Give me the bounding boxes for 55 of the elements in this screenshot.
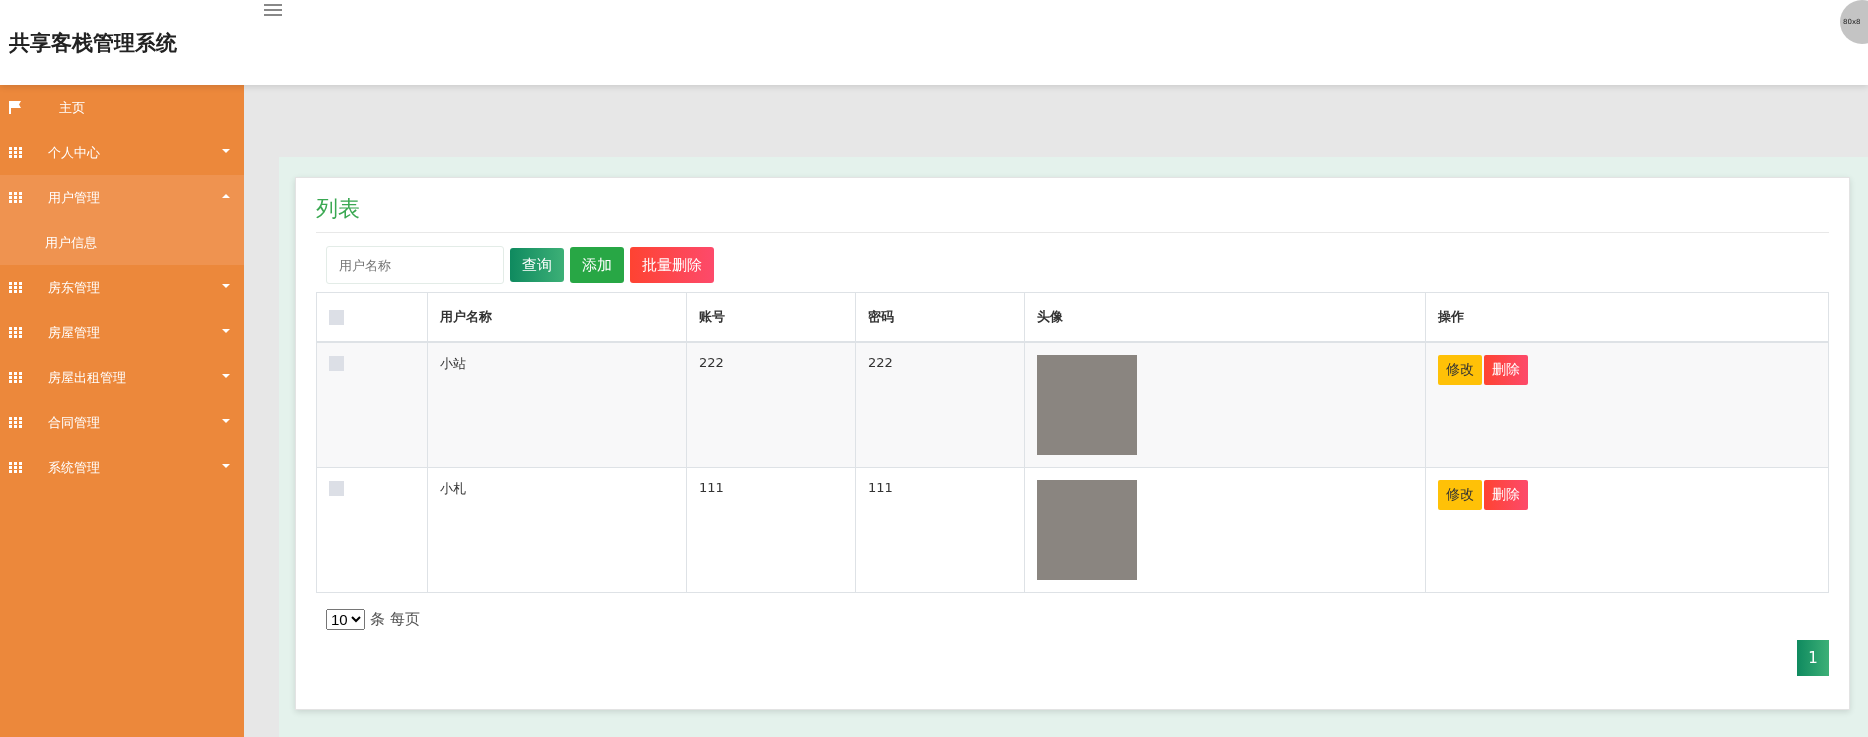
caret-icon	[222, 374, 230, 378]
checkbox[interactable]	[329, 481, 344, 496]
delete-button[interactable]: 删除	[1484, 355, 1528, 385]
delete-button[interactable]: 删除	[1484, 480, 1528, 510]
sidebar-item[interactable]: 房屋管理	[0, 310, 244, 355]
sidebar-label: 合同管理	[48, 413, 100, 432]
app-title: 共享客栈管理系统	[9, 29, 177, 57]
sidebar-label: 个人中心	[48, 143, 100, 162]
sidebar-label: 主页	[59, 98, 85, 117]
flag-icon	[9, 101, 21, 114]
caret-icon	[222, 194, 230, 198]
page-button[interactable]: 1	[1797, 640, 1829, 676]
table-cell: 111	[686, 467, 856, 593]
grid-icon	[9, 372, 22, 383]
sidebar-label: 房屋出租管理	[48, 368, 126, 387]
table-cell: 111	[855, 467, 1025, 593]
checkbox[interactable]	[329, 310, 344, 325]
grid-icon	[9, 147, 22, 158]
sidebar-label: 用户管理	[48, 188, 100, 207]
grid-icon	[9, 282, 22, 293]
sidebar-item[interactable]: 合同管理	[0, 400, 244, 445]
sidebar-item[interactable]: 房屋出租管理	[0, 355, 244, 400]
grid-icon	[9, 327, 22, 338]
caret-icon	[222, 284, 230, 288]
search-field[interactable]: 用户名称	[326, 246, 504, 284]
sidebar-item[interactable]: 用户管理	[0, 175, 244, 220]
sidebar-label: 房东管理	[48, 278, 100, 297]
add-button[interactable]: 添加	[570, 247, 624, 283]
delete-button[interactable]: 批量删除	[630, 247, 714, 283]
grid-icon	[9, 417, 22, 428]
sidebar-item[interactable]: 个人中心	[0, 130, 244, 175]
sidebar-item[interactable]: 系统管理	[0, 445, 244, 490]
search-button[interactable]: 查询	[510, 248, 564, 282]
grid-icon	[9, 462, 22, 473]
caret-icon	[222, 419, 230, 423]
table-cell: 222	[855, 342, 1025, 468]
table-cell: 小站	[427, 342, 687, 468]
table-cell: 小札	[427, 467, 687, 593]
page-size-label: 条 每页	[370, 610, 420, 629]
sidebar-item[interactable]: 房东管理	[0, 265, 244, 310]
page-size-select[interactable]: 10	[326, 609, 365, 630]
table-cell: 222	[686, 342, 856, 468]
grid-icon	[9, 192, 22, 203]
menu-icon[interactable]	[264, 3, 282, 17]
sidebar-item[interactable]: 主页	[0, 85, 244, 130]
edit-button[interactable]: 修改	[1438, 355, 1482, 385]
caret-icon	[222, 464, 230, 468]
sidebar-subitem[interactable]: 用户信息	[0, 220, 244, 265]
panel-title: 列表	[316, 194, 1829, 233]
caret-icon	[222, 329, 230, 333]
edit-button[interactable]: 修改	[1438, 480, 1482, 510]
sidebar-label: 系统管理	[48, 458, 100, 477]
checkbox[interactable]	[329, 356, 344, 371]
sidebar-label: 房屋管理	[48, 323, 100, 342]
caret-icon	[222, 149, 230, 153]
